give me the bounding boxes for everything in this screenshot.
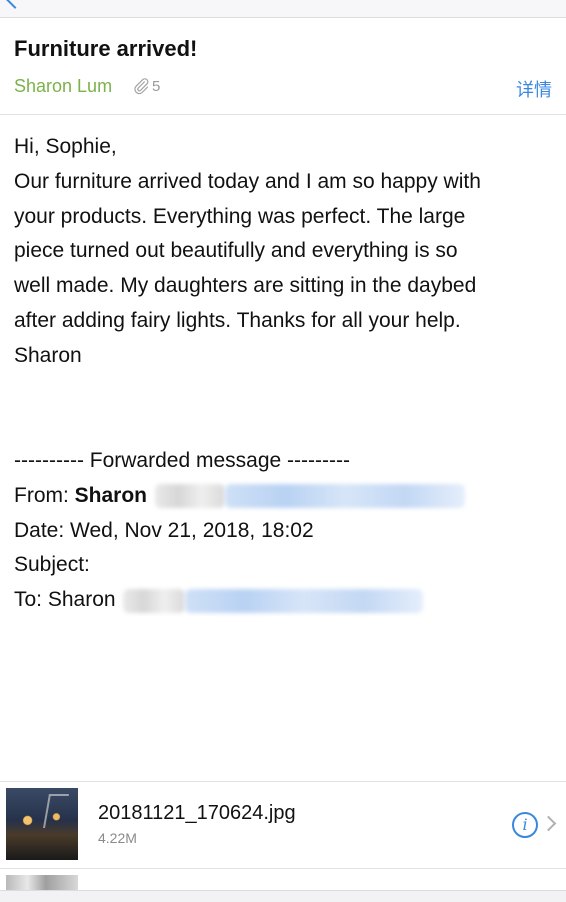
forwarded-block: ---------- Forwarded message --------- F… [14, 444, 554, 618]
body-line: your products. Everything was perfect. T… [14, 204, 466, 228]
attachment-size: 4.22M [98, 830, 137, 846]
message-body: Hi, Sophie, Our furniture arrived today … [14, 130, 554, 374]
navigation-bar [0, 0, 566, 18]
attachment-thumbnail[interactable] [6, 788, 78, 860]
body-line: Our furniture arrived today and I am so … [14, 169, 481, 193]
redacted-email [224, 484, 465, 509]
to-label: To: Sharon [14, 588, 116, 612]
info-icon[interactable]: i [512, 812, 538, 838]
redacted-email [185, 588, 424, 613]
sender-name[interactable]: Sharon Lum [14, 76, 112, 97]
sender-row: Sharon Lum 5 详情 [14, 76, 552, 100]
body-line: after adding fairy lights. Thanks for al… [14, 308, 461, 332]
back-chevron-icon[interactable] [5, 0, 25, 9]
redacted-email [154, 484, 225, 509]
chevron-right-icon[interactable] [540, 815, 557, 832]
body-line: well made. My daughters are sitting in t… [14, 274, 477, 298]
thumbnail-tree-shape [43, 794, 69, 828]
signature: Sharon [14, 343, 82, 367]
attachment-item[interactable]: 20181121_170624.jpg 4.22M i [0, 782, 566, 868]
body-line: piece turned out beautifully and everyth… [14, 239, 458, 263]
bottom-toolbar [0, 890, 566, 902]
forwarded-header: ---------- Forwarded message --------- [14, 449, 350, 472]
attachment-indicator: 5 [132, 77, 160, 95]
redacted-email [123, 588, 186, 613]
body-line: Hi, Sophie, [14, 135, 117, 158]
message-subject: Furniture arrived! [14, 36, 198, 61]
header-divider [0, 114, 566, 115]
from-name: Sharon [74, 483, 148, 507]
forwarded-to: To: Sharon [14, 583, 554, 618]
forwarded-subject: Subject: [14, 553, 90, 577]
paperclip-icon [134, 78, 149, 95]
from-label: From: [14, 483, 69, 507]
forwarded-date: Date: Wed, Nov 21, 2018, 18:02 [14, 518, 314, 542]
details-link[interactable]: 详情 [516, 76, 552, 102]
attachment-filename: 20181121_170624.jpg [98, 802, 296, 824]
forwarded-from: From: Sharon [14, 479, 554, 514]
attachment-count: 5 [152, 77, 161, 95]
